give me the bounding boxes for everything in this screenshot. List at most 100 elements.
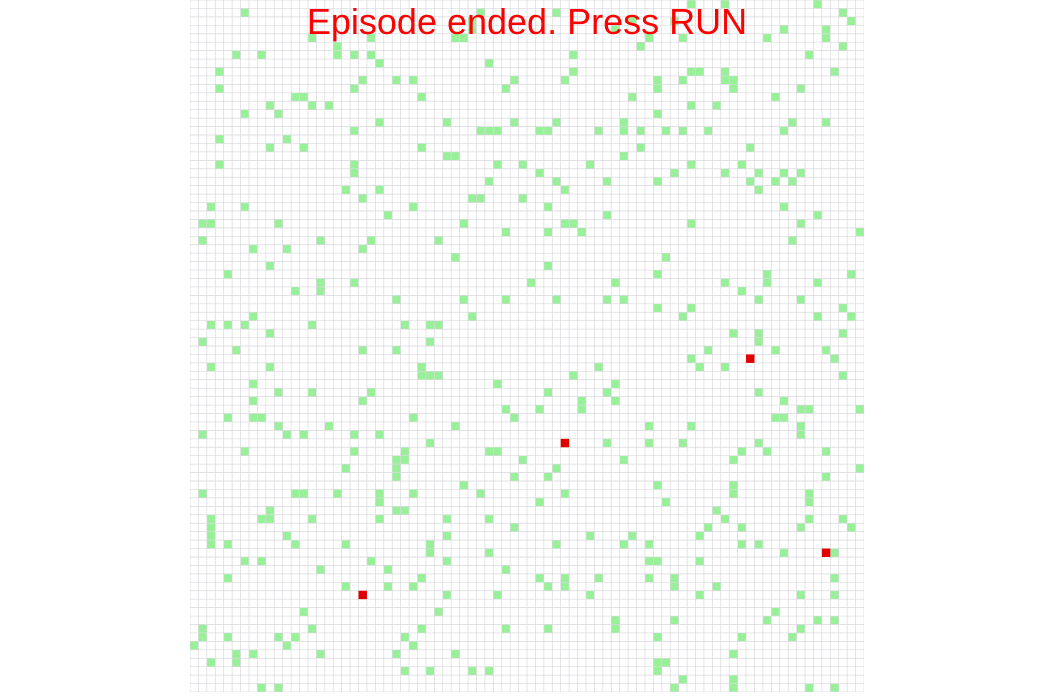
- gridworld-canvas[interactable]: [190, 0, 864, 692]
- food-cell: [687, 421, 696, 431]
- food-cell: [754, 540, 763, 549]
- food-cell: [543, 472, 553, 482]
- food-cell: [282, 430, 292, 439]
- food-cell: [198, 337, 207, 346]
- food-cell: [316, 649, 325, 659]
- food-cell: [442, 531, 452, 541]
- food-cell: [527, 278, 536, 287]
- food-cell: [569, 67, 578, 76]
- food-cell: [501, 227, 511, 237]
- food-cell: [341, 540, 351, 549]
- food-cell: [611, 624, 620, 633]
- food-cell: [838, 8, 848, 17]
- food-cell: [442, 556, 452, 566]
- food-cell: [543, 261, 553, 271]
- food-cell: [687, 0, 696, 9]
- food-cell: [333, 50, 342, 60]
- food-cell: [400, 320, 410, 330]
- food-cell: [274, 632, 283, 642]
- food-cell: [628, 531, 637, 541]
- food-cell: [821, 447, 831, 456]
- food-cell: [754, 185, 763, 195]
- food-cell: [291, 540, 300, 549]
- food-cell: [375, 59, 384, 68]
- food-cell: [796, 421, 806, 431]
- food-cell: [198, 219, 207, 228]
- food-cell: [712, 101, 721, 110]
- food-cell: [619, 118, 629, 127]
- food-cell: [779, 168, 789, 178]
- food-cell: [215, 135, 224, 144]
- food-cell: [248, 396, 258, 406]
- agent-cell: [746, 354, 755, 363]
- food-cell: [543, 582, 553, 591]
- food-cell: [434, 371, 443, 380]
- food-cell: [223, 270, 233, 279]
- food-cell: [232, 50, 241, 60]
- food-cell: [206, 320, 216, 330]
- food-cell: [341, 185, 351, 195]
- food-cell: [720, 67, 730, 76]
- food-cell: [459, 219, 469, 228]
- food-cell: [274, 109, 283, 119]
- food-cell: [670, 616, 679, 625]
- food-cell: [409, 75, 418, 85]
- food-cell: [383, 565, 393, 574]
- food-cell: [518, 160, 528, 169]
- food-cell: [560, 219, 570, 228]
- food-cell: [535, 405, 544, 414]
- food-cell: [585, 531, 595, 541]
- food-cell: [636, 126, 645, 136]
- food-cell: [451, 421, 460, 431]
- food-cell: [417, 573, 426, 583]
- food-cell: [282, 531, 292, 541]
- food-cell: [754, 388, 763, 397]
- food-cell: [484, 666, 494, 676]
- food-cell: [678, 312, 688, 321]
- food-cell: [830, 354, 839, 363]
- food-cell: [383, 210, 393, 220]
- food-cell: [737, 286, 747, 296]
- food-cell: [838, 514, 848, 524]
- food-cell: [653, 109, 662, 119]
- food-cell: [307, 320, 317, 330]
- food-cell: [796, 84, 806, 93]
- food-cell: [392, 346, 401, 355]
- food-cell: [779, 202, 789, 211]
- food-cell: [409, 489, 418, 498]
- food-cell: [611, 379, 620, 389]
- food-cell: [754, 168, 763, 178]
- food-cell: [746, 177, 755, 186]
- food-cell: [299, 489, 308, 498]
- food-cell: [619, 151, 629, 161]
- food-cell: [821, 33, 831, 43]
- food-cell: [838, 303, 848, 313]
- food-cell: [644, 540, 654, 549]
- food-cell: [687, 303, 696, 313]
- food-cell: [670, 582, 679, 591]
- food-cell: [695, 531, 704, 541]
- food-cell: [341, 464, 351, 473]
- food-cell: [830, 573, 839, 583]
- food-cell: [341, 582, 351, 591]
- food-cell: [425, 548, 435, 557]
- food-cell: [535, 497, 544, 507]
- food-cell: [248, 379, 258, 389]
- food-cell: [392, 472, 401, 482]
- food-cell: [425, 371, 435, 380]
- food-cell: [552, 8, 561, 17]
- food-cell: [661, 253, 671, 262]
- food-cell: [653, 666, 662, 676]
- food-cell: [754, 329, 763, 338]
- food-cell: [602, 210, 612, 220]
- food-cell: [375, 430, 384, 439]
- food-cell: [644, 421, 654, 431]
- food-cell: [670, 168, 679, 178]
- food-cell: [653, 177, 662, 186]
- food-cell: [653, 658, 662, 667]
- food-cell: [307, 101, 317, 110]
- food-cell: [805, 683, 814, 692]
- grid-lines-path: [190, 0, 864, 692]
- food-cell: [788, 177, 797, 186]
- food-cell: [653, 556, 662, 566]
